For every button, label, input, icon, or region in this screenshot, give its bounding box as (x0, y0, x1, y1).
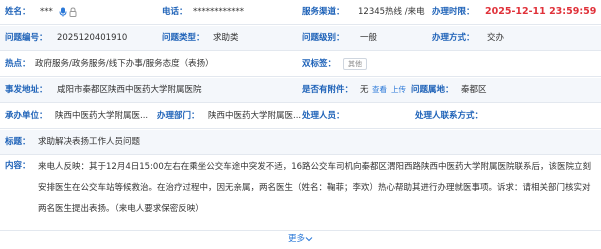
content-label: 内容： (5, 161, 31, 171)
row-location: 事发地址： 咸阳市秦都区陕西中医药大学附属医院 是否有附件： 无 查看 上传 问… (0, 78, 601, 103)
area-label: 问题属地： (411, 85, 454, 95)
area-value: 秦都区 (461, 85, 487, 95)
hotspot-label: 热点： (5, 59, 31, 69)
deadline-value: 2025-12-11 23:59:59 (485, 6, 597, 17)
dual-tag-badge[interactable]: 其他 (343, 57, 367, 70)
issue-type-value: 求助类 (213, 33, 239, 43)
lock-icon[interactable] (69, 0, 77, 24)
upload-attachment-link[interactable]: 上传 (391, 78, 406, 102)
undertaking-unit-label: 承办单位： (5, 111, 48, 121)
deadline-label: 办理时限： (432, 7, 475, 17)
issue-level-label: 问题级别： (302, 33, 345, 43)
chevron-down-icon (305, 234, 313, 244)
more-toggle[interactable]: 更多 (0, 230, 601, 249)
content-text: 来电人反映：其于12月4日15:00左右在乘坐公交车途中突发不适，16路公交车司… (38, 162, 592, 214)
issue-type-label: 问题类型： (162, 33, 205, 43)
dual-tag-wrap: 其他 (343, 52, 367, 76)
location-label: 事发地址： (5, 85, 48, 95)
row-caller: 姓名： *** 电话： ************ 服务渠道： 12345热线 /… (0, 0, 601, 25)
issue-id-value: 2025120401910 (57, 33, 128, 43)
method-value: 交办 (487, 33, 505, 43)
handler-contact-label: 处理人联系方式： (415, 111, 484, 121)
handler-label: 处理人员： (302, 111, 345, 121)
name-label: 姓名： (5, 7, 31, 17)
channel-value: 12345热线 /来电 (358, 7, 425, 17)
location-value: 咸阳市秦都区陕西中医药大学附属医院 (57, 85, 202, 95)
ticket-detail-panel: 姓名： *** 电话： ************ 服务渠道： 12345热线 /… (0, 0, 601, 249)
issue-level-value: 一般 (360, 33, 378, 43)
handling-dept-label: 办理部门： (157, 111, 200, 121)
content-section: 内容： 来电人反映：其于12月4日15:00左右在乘坐公交车途中突发不适，16路… (0, 154, 601, 232)
issue-id-label: 问题编号： (5, 33, 48, 43)
attachment-label: 是否有附件： (302, 85, 354, 95)
view-attachment-link[interactable]: 查看 (372, 78, 387, 102)
hotspot-value: 政府服务/政务服务/线下办事/服务态度（表扬） (35, 59, 214, 69)
row-hotspot: 热点： 政府服务/政务服务/线下办事/服务态度（表扬） 双标签： 其他 (0, 52, 601, 77)
phone-value: ************ (193, 7, 244, 17)
row-title: 标题： 求助解决表扬工作人员问题 (0, 130, 601, 155)
title-label: 标题： (5, 137, 31, 147)
method-label: 办理方式： (432, 33, 475, 43)
row-issue: 问题编号： 2025120401910 问题类型： 求助类 问题级别： 一般 办… (0, 26, 601, 51)
dual-tag-label: 双标签： (302, 59, 337, 69)
channel-label: 服务渠道： (302, 7, 345, 17)
microphone-icon[interactable] (59, 0, 67, 24)
undertaking-unit-value: 陕西中医药大学附属医... (55, 111, 149, 121)
name-value: *** (40, 7, 53, 17)
title-value: 求助解决表扬工作人员问题 (38, 137, 141, 147)
handling-dept-value: 陕西中医药大学附属医... (208, 111, 302, 121)
phone-label: 电话： (162, 7, 188, 17)
row-handling: 承办单位： 陕西中医药大学附属医... 办理部门： 陕西中医药大学附属医... … (0, 104, 601, 129)
attachment-value: 无 (360, 85, 369, 95)
more-label: 更多 (287, 234, 305, 244)
